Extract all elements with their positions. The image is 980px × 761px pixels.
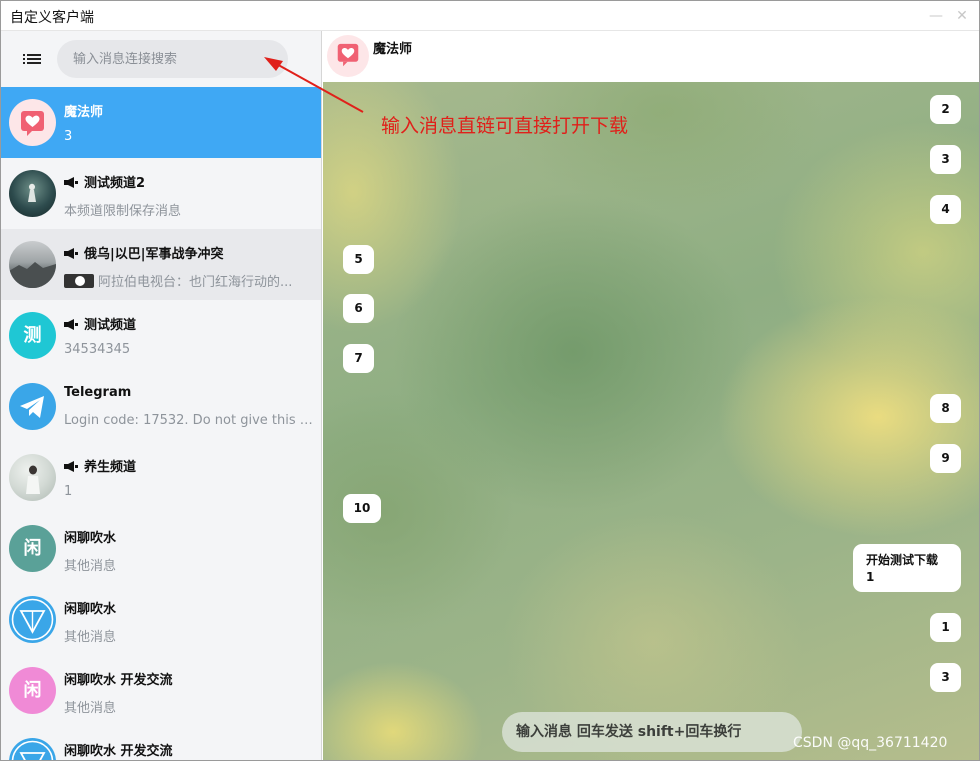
photo-avatar [9,241,56,288]
photo-avatar [9,454,56,501]
chat-item-test-channel[interactable]: 测 测试频道 34534345 [1,300,321,371]
triangle-logo-icon [11,740,54,760]
heart-chat-icon [337,43,359,67]
message-bubble[interactable]: 10 [343,494,381,523]
paper-plane-icon [20,396,44,418]
message-composer [502,712,802,752]
heart-chat-avatar[interactable] [327,35,369,77]
chat-item-telegram[interactable]: Telegram Login code: 17532. Do not give … [1,371,321,442]
chat-preview: 其他消息 [64,701,117,716]
chat-item-chitchat-2[interactable]: 闲聊吹水 其他消息 [1,584,321,655]
letter-avatar: 闲 [9,667,56,714]
search-input[interactable] [57,40,288,78]
triangle-logo-icon [11,598,54,641]
letter-avatar: 测 [9,312,56,359]
chat-preview: 34534345 [64,342,131,357]
message-bubble[interactable]: 2 [930,95,961,124]
chat-name: 闲聊吹水 开发交流 [64,673,173,688]
chat-preview: 3 [64,129,73,144]
chat-item-health-channel[interactable]: 养生频道 1 [1,442,321,513]
megaphone-icon [64,177,78,188]
chat-item-war-news[interactable]: 俄乌|以巴|军事战争冲突 阿拉伯电视台：也门红海行动的... [1,229,321,300]
chat-item-mofashi[interactable]: 魔法师 3 [1,87,321,158]
message-bubble[interactable]: 7 [343,344,374,373]
chat-name: 测试频道 [64,314,136,333]
chat-item-dev-chat[interactable]: 闲 闲聊吹水 开发交流 其他消息 [1,655,321,726]
message-input[interactable] [502,712,802,752]
annotation-text: 输入消息直链可直接打开下载 [381,115,629,137]
message-bubble[interactable]: 9 [930,444,961,473]
chat-name: 俄乌|以巴|军事战争冲突 [64,243,224,262]
chat-name: 闲聊吹水 [64,531,117,546]
app-window: 自定义客户端 — ✕ 魔法师 3 [0,0,980,761]
chat-preview: 其他消息 [64,559,117,574]
chat-panel: 魔法师 2 3 4 5 6 7 8 9 10 开始测试下载 1 1 3 [323,31,979,760]
message-bubble[interactable]: 3 [930,663,961,692]
chat-sidebar: 魔法师 3 测试频道2 本频道限制保存消息 俄乌|以巴|军事战争冲突 阿拉伯电视… [1,31,322,760]
heart-chat-avatar [9,99,56,146]
chat-item-dev-chat-2[interactable]: 闲聊吹水 开发交流 [1,726,321,760]
megaphone-icon [64,248,78,259]
message-bubble[interactable]: 5 [343,245,374,274]
chat-preview: Login code: 17532. Do not give this co..… [64,413,314,428]
heart-chat-icon [21,111,44,136]
triangle-logo [9,596,56,643]
chat-name: 闲聊吹水 开发交流 [64,744,173,759]
chat-item-chitchat[interactable]: 闲 闲聊吹水 其他消息 [1,513,321,584]
telegram-logo [9,383,56,430]
message-list: 2 3 4 5 6 7 8 9 10 开始测试下载 1 1 3 [323,82,979,760]
title-bar: 自定义客户端 — ✕ [1,1,979,31]
triangle-logo [9,738,56,760]
chat-preview: 本频道限制保存消息 [64,204,182,219]
message-bubble[interactable]: 6 [343,294,374,323]
message-bubble[interactable]: 3 [930,145,961,174]
chat-item-test-channel-2[interactable]: 测试频道2 本频道限制保存消息 [1,158,321,229]
megaphone-icon [64,319,78,330]
window-title: 自定义客户端 [10,10,94,26]
landscape-photo [9,262,56,288]
message-bubble[interactable]: 4 [930,195,961,224]
chat-name: 魔法师 [64,105,104,120]
chat-header: 魔法师 [323,31,979,82]
chat-name: 测试频道2 [64,172,145,191]
message-text: 开始测试下载 [866,553,939,567]
chat-name: Telegram [64,385,132,400]
chat-preview: 1 [64,484,73,499]
figure-silhouette [28,183,36,202]
message-bubble[interactable]: 8 [930,394,961,423]
menu-list-icon[interactable] [23,49,43,69]
chat-name: 养生频道 [64,456,136,475]
figure-photo [26,465,40,494]
chat-preview: 其他消息 [64,630,117,645]
minimize-icon[interactable]: — [925,5,947,27]
search-bar [1,31,321,87]
chat-preview: 阿拉伯电视台：也门红海行动的... [64,271,314,290]
chat-name: 闲聊吹水 [64,602,117,617]
close-icon[interactable]: ✕ [951,5,973,27]
message-text: 1 [866,570,875,584]
video-thumbnail [64,274,94,288]
watermark: CSDN @qq_36711420 [793,735,948,751]
chat-title: 魔法师 [373,42,413,57]
megaphone-icon [64,461,78,472]
photo-avatar [9,170,56,217]
message-bubble[interactable]: 开始测试下载 1 [853,544,961,592]
letter-avatar: 闲 [9,525,56,572]
message-bubble[interactable]: 1 [930,613,961,642]
